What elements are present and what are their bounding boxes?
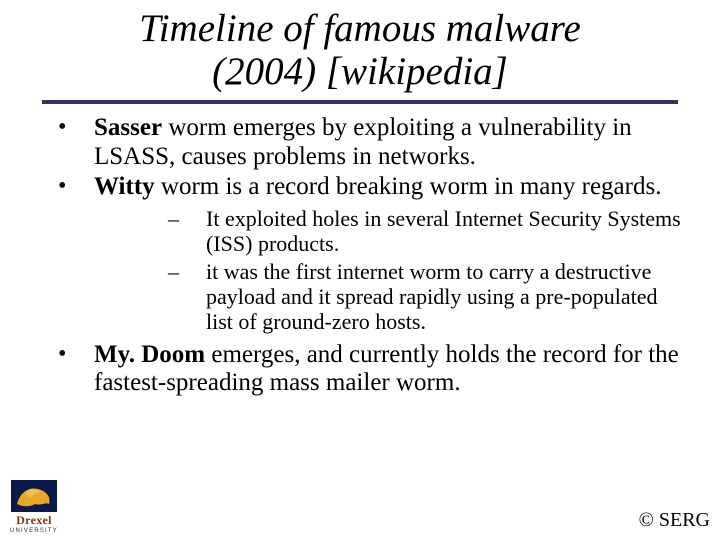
list-item: It exploited holes in several Internet S…	[94, 206, 684, 257]
bold-term: Sasser	[94, 114, 162, 141]
title-line-1: Timeline of famous malware	[139, 7, 581, 50]
title-underline	[42, 100, 678, 104]
slide-body: Sasser worm emerges by exploiting a vuln…	[0, 114, 720, 398]
slide: Timeline of famous malware (2004) [wikip…	[0, 0, 720, 540]
item-text: it was the first internet worm to carry …	[206, 259, 657, 335]
list-item: Witty worm is a record breaking worm in …	[36, 173, 684, 334]
item-text: worm is a record breaking worm in many r…	[155, 173, 662, 200]
item-text: It exploited holes in several Internet S…	[206, 206, 681, 256]
list-item: it was the first internet worm to carry …	[94, 259, 684, 335]
list-item: Sasser worm emerges by exploiting a vuln…	[36, 114, 684, 172]
logo-name: Drexel	[6, 513, 62, 528]
dragon-icon	[11, 480, 57, 512]
footer-copyright: © SERG	[639, 509, 710, 532]
sub-bullet-list: It exploited holes in several Internet S…	[94, 206, 684, 334]
item-text: worm emerges by exploiting a vulnerabili…	[94, 114, 632, 170]
slide-title: Timeline of famous malware (2004) [wikip…	[0, 0, 720, 100]
university-logo: Drexel UNIVERSITY	[6, 480, 62, 534]
bullet-list: Sasser worm emerges by exploiting a vuln…	[36, 114, 684, 398]
bold-term: Witty	[94, 173, 155, 200]
title-line-2: (2004) [wikipedia]	[212, 50, 508, 93]
bold-term: My. Doom	[94, 341, 205, 368]
logo-subtitle: UNIVERSITY	[6, 528, 62, 534]
list-item: My. Doom emerges, and currently holds th…	[36, 341, 684, 399]
